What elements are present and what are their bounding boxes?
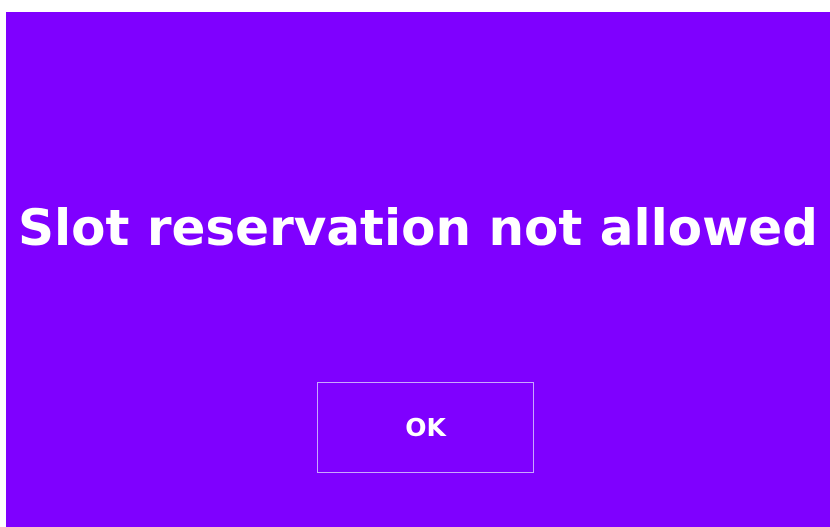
ok-button[interactable]: OK xyxy=(317,382,534,473)
ok-button-label: OK xyxy=(405,413,446,442)
alert-dialog: Slot reservation not allowed OK xyxy=(6,12,830,527)
alert-message: Slot reservation not allowed xyxy=(18,199,818,257)
